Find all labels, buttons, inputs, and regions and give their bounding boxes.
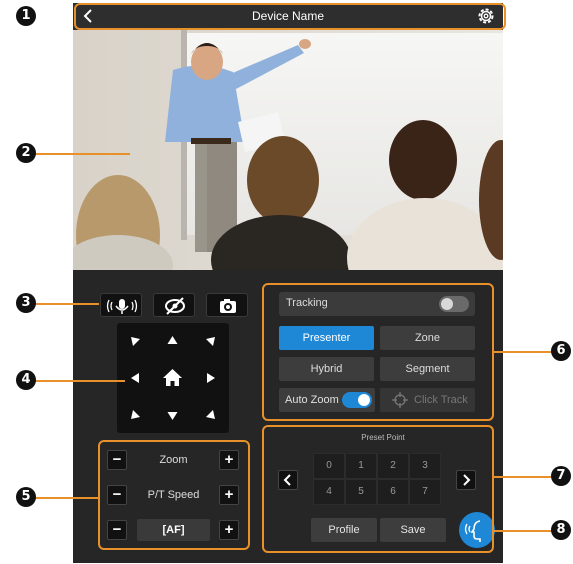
classroom-photo [73,30,503,270]
callout-5: 5 [16,487,36,507]
pan-left-button[interactable] [117,360,154,396]
callout-8: 8 [551,520,571,540]
snapshot-button[interactable] [206,293,248,317]
leader-line-4 [35,380,125,382]
leader-line-7 [494,476,552,478]
callout-2: 2 [16,143,36,163]
home-icon [163,369,182,386]
ptz-dpad [117,323,229,433]
arrow-down-icon [167,412,178,420]
highlight-lens-panel [98,440,250,550]
camera-icon [220,299,236,313]
tilt-up-button[interactable] [154,323,191,359]
arrow-down-right-icon [206,410,215,419]
eye-off-icon [165,297,185,315]
pan-down-left-button[interactable] [117,397,154,433]
arrow-right-icon [207,373,215,383]
microphone-voice-icon [106,299,138,314]
arrow-up-left-icon [131,337,140,346]
arrow-down-left-icon [131,410,140,419]
callout-6: 6 [551,341,571,361]
leader-line-6 [494,351,554,353]
home-button[interactable] [154,360,191,396]
highlight-preset-panel [262,425,494,553]
arrow-left-icon [131,373,139,383]
highlight-tracking-panel [262,283,494,421]
pan-down-right-button[interactable] [192,397,229,433]
arrow-up-right-icon [206,337,215,346]
pan-up-right-button[interactable] [192,323,229,359]
leader-line-8 [492,530,552,532]
arrow-up-icon [167,336,178,344]
pan-up-left-button[interactable] [117,323,154,359]
live-preview[interactable] [73,30,503,270]
callout-4: 4 [16,370,36,390]
highlight-top-bar [74,3,506,30]
voice-button[interactable] [100,293,142,317]
pan-right-button[interactable] [192,360,229,396]
callout-1: 1 [16,6,36,26]
leader-line-3 [35,303,99,305]
tilt-down-button[interactable] [154,397,191,433]
leader-line-2 [35,153,130,155]
callout-7: 7 [551,466,571,486]
callout-3: 3 [16,293,36,313]
hide-button[interactable] [153,293,195,317]
leader-line-5 [35,497,99,499]
